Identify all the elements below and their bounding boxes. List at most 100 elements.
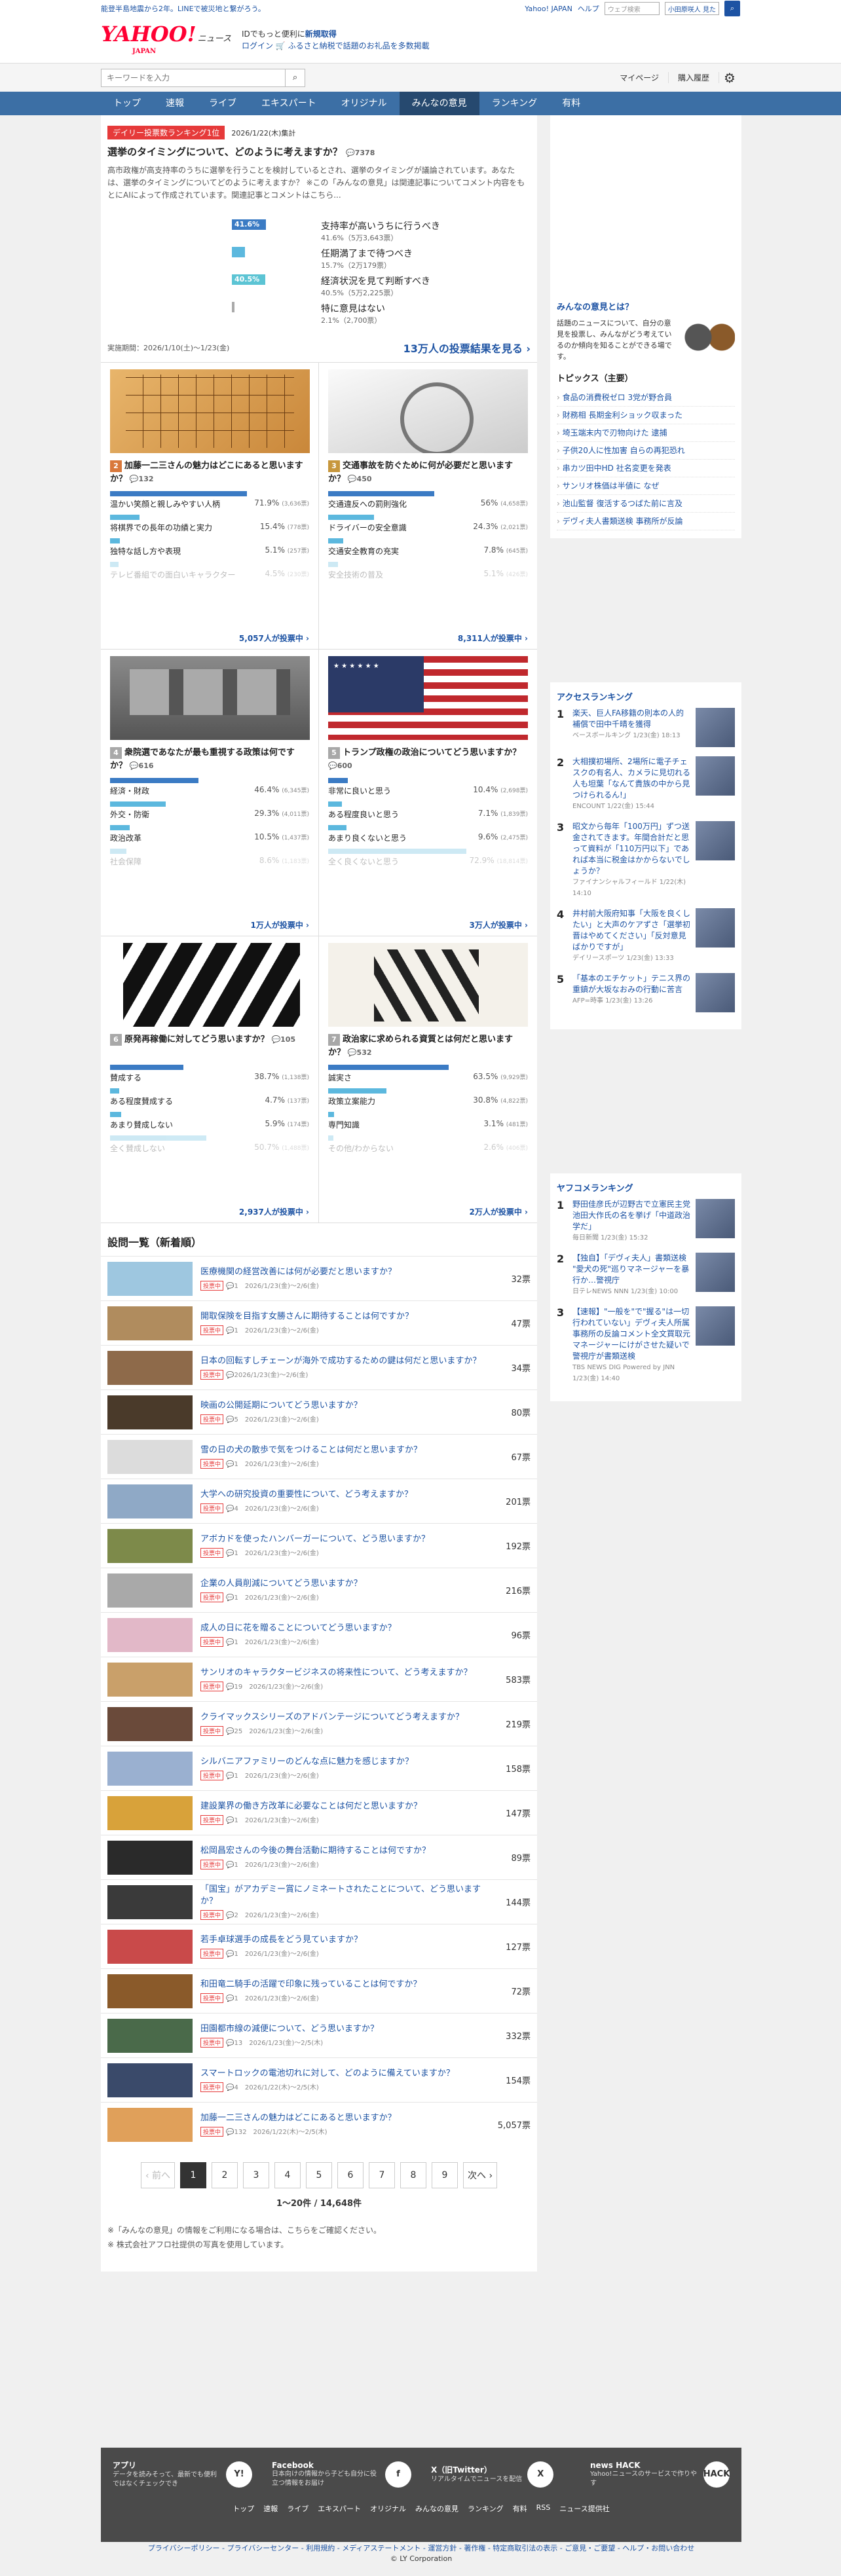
question-title[interactable]: 医療機関の経営改善には何が必要だと思いますか？	[200, 1266, 491, 1278]
list-item[interactable]: 和田竜二騎手の活躍で印象に残っていることは何ですか？ 投票中 💬1 2026/1/2…	[101, 1968, 537, 2013]
question-title[interactable]: 日本の回転すしチェーンが海外で成功するための鍵は何だと思いますか？	[200, 1355, 491, 1367]
thumbnail[interactable]	[107, 1662, 193, 1697]
thumbnail[interactable]	[107, 1484, 193, 1518]
list-item[interactable]: シルバニアファミリーのどんな点に魅力を感じますか？ 投票中 💬1 2026/1/23…	[101, 1746, 537, 1790]
footer-link[interactable]: ニュース提供社	[559, 2503, 609, 2514]
footer-link[interactable]: 速報	[263, 2503, 278, 2514]
ranking-thumbnail[interactable]	[696, 1253, 735, 1292]
topic-link[interactable]: 子供20人に性加害 自らの再犯恐れ	[557, 442, 735, 460]
nav-paid[interactable]: 有料	[550, 92, 593, 115]
question-title[interactable]: 映画の公開延期についてどう思いますか？	[200, 1400, 491, 1412]
page-8[interactable]: 8	[400, 2162, 426, 2188]
ranking-thumbnail[interactable]	[696, 1199, 735, 1238]
ranking-item[interactable]: 3 【速報】"一般を"で"握る"は一切行われていない」デヴィ夫人所属事務所の反論コ…	[557, 1306, 735, 1384]
list-item[interactable]: 大学への研究投資の重要性について、どう考えますか？ 投票中 💬4 2026/1/23…	[101, 1479, 537, 1523]
vote-count-link[interactable]: 5,057人が投票中 ›	[239, 633, 309, 644]
ranking-item[interactable]: 2 【独自】「デヴィ夫人」書類送検 "愛犬の死"巡りマネージャーを暴行か…警視庁日…	[557, 1253, 735, 1297]
ranking-title[interactable]: 大相撲初場所、2場所に電子チェスクの有名人、カメラに見切れる人も坦葉「なんて貴族…	[572, 756, 690, 812]
poll-title[interactable]: 3 交通事故を防ぐために何が必要だと思いますか？ 💬450	[328, 460, 528, 487]
question-title[interactable]: 建設業界の働き方改革に必要なことは何だと思いますか？	[200, 1801, 491, 1812]
ranking-item[interactable]: 5 「基本のエチケット」テニス界の重鎮が大坂なおみの行動に苦言 AFP=時事 1/2…	[557, 973, 735, 1012]
thumbnail[interactable]	[107, 1885, 193, 1919]
ranking-item[interactable]: 4 井村前大阪府知事「大阪を良くしたい」と大声のケアずさ「選挙初晋はやめてください…	[557, 908, 735, 964]
poll-card[interactable]: 6 原発再稼働に対してどう思いますか？ 💬105 賛成する 38.7% (1,138票…	[101, 936, 319, 1223]
question-title[interactable]: 若手卓球選手の成長をどう見ていますか？	[200, 1934, 491, 1946]
poll-title[interactable]: 7 政治家に求められる資質とは何だと思いますか？ 💬532	[328, 1033, 528, 1061]
nav-ranking[interactable]: ランキング	[479, 92, 550, 115]
ranking-thumbnail[interactable]	[696, 973, 735, 1012]
list-item[interactable]: 加藤一二三さんの魅力はどこにあると思いますか？ 投票中 💬132 2026/1/22…	[101, 2102, 537, 2146]
list-item[interactable]: 松岡昌宏さんの今後の舞台活動に期待することは何ですか？ 投票中 💬1 2026/1/…	[101, 1835, 537, 1879]
list-item[interactable]: 成人の日に花を贈ることについてどう思いますか？ 投票中 💬1 2026/1/23(金…	[101, 1612, 537, 1657]
question-title[interactable]: 加藤一二三さんの魅力はどこにあると思いますか？	[200, 2112, 491, 2124]
page-4[interactable]: 4	[274, 2162, 301, 2188]
page-2[interactable]: 2	[212, 2162, 238, 2188]
app-icon[interactable]: Y!	[226, 2461, 252, 2488]
question-title[interactable]: シルバニアファミリーのどんな点に魅力を感じますか？	[200, 1756, 491, 1768]
list-item[interactable]: サンリオのキャラクタービジネスの将来性について、どう考えますか？ 投票中 💬19 2…	[101, 1657, 537, 1701]
vote-count-link[interactable]: 2万人が投票中 ›	[470, 1206, 528, 1217]
thumbnail[interactable]	[107, 1350, 193, 1385]
question-title[interactable]: 雪の日の犬の散歩で気をつけることは何だと思いますか？	[200, 1444, 491, 1456]
topic-link[interactable]: 食品の消費税ゼロ 3党が野合員	[557, 389, 735, 407]
list-item[interactable]: 日本の回転すしチェーンが海外で成功するための鍵は何だと思いますか？ 投票中 💬202…	[101, 1345, 537, 1389]
footer-link[interactable]: オリジナル	[370, 2503, 406, 2514]
thumbnail[interactable]	[107, 1573, 193, 1608]
question-title[interactable]: 和田竜二騎手の活躍で印象に残っていることは何ですか？	[200, 1979, 491, 1991]
footer-link[interactable]: トップ	[233, 2503, 254, 2514]
ranking-title[interactable]: 井村前大阪府知事「大阪を良くしたい」と大声のケアずさ「選挙初晋はやめてください」…	[572, 908, 690, 964]
thumbnail[interactable]	[107, 2063, 193, 2097]
poll-image[interactable]	[328, 369, 528, 453]
page-5[interactable]: 5	[306, 2162, 332, 2188]
nav-original[interactable]: オリジナル	[329, 92, 400, 115]
note-usage[interactable]: ※「みんなの意見」の情報をご利用になる場合は、こちらをご確認ください。	[107, 2223, 531, 2237]
ranking-thumbnail[interactable]	[696, 1306, 735, 1346]
ranking-title[interactable]: 【独自】「デヴィ夫人」書類送検 "愛犬の死"巡りマネージャーを暴行か…警視庁 日テ…	[572, 1253, 690, 1297]
list-item[interactable]: 映画の公開延期についてどう思いますか？ 投票中 💬5 2026/1/23(金)〜2/…	[101, 1389, 537, 1434]
ranking-title[interactable]: 野田佳彦氏が辺野古で立憲民主党 池田大作氏の名を挙げ「中道政治学だ」 毎日新聞 1…	[572, 1199, 690, 1243]
yahoo-news-logo[interactable]: YAHOO! ニュース JAPAN	[101, 24, 231, 55]
about-title[interactable]: みんなの意見とは？	[557, 300, 735, 312]
thumbnail[interactable]	[107, 2018, 193, 2053]
footer-link[interactable]: ランキング	[468, 2503, 504, 2514]
list-item[interactable]: 若手卓球選手の成長をどう見ていますか？ 投票中 💬1 2026/1/23(金)〜2/…	[101, 1924, 537, 1968]
question-title[interactable]: 松岡昌宏さんの今後の舞台活動に期待することは何ですか？	[200, 1845, 491, 1857]
page-6[interactable]: 6	[337, 2162, 364, 2188]
question-title[interactable]: 企業の人員削減についてどう思いますか？	[200, 1578, 491, 1590]
topic-link[interactable]: 串カツ田中HD 社名変更を発表	[557, 460, 735, 477]
nav-flash[interactable]: 速報	[153, 92, 196, 115]
list-item[interactable]: 開取保険を目指す女勝さんに期待することは何ですか？ 投票中 💬1 2026/1/23…	[101, 1300, 537, 1345]
vote-count-link[interactable]: 3万人が投票中 ›	[470, 919, 528, 930]
ranking-thumbnail[interactable]	[696, 756, 735, 796]
poll-card[interactable]: 7 政治家に求められる資質とは何だと思いますか？ 💬532 誠実さ 63.5% (9,…	[319, 936, 537, 1223]
ranking-title[interactable]: 【速報】"一般を"で"握る"は一切行われていない」デヴィ夫人所属事務所の反論コメ…	[572, 1306, 690, 1384]
poll-image[interactable]	[328, 656, 528, 740]
nav-live[interactable]: ライブ	[196, 92, 249, 115]
ranking-title[interactable]: 楽天、巨人FA移籍の則本の人的補償で田中千晴を獲得 ベースボールキング 1/23(…	[572, 708, 690, 747]
poll-card[interactable]: 2 加藤一二三さんの魅力はどこにあると思いますか？ 💬132 温かい笑顔と親しみやす…	[101, 363, 319, 650]
thumbnail[interactable]	[107, 1840, 193, 1875]
poll-image[interactable]	[328, 943, 528, 1027]
vote-count-link[interactable]: 2,937人が投票中 ›	[239, 1206, 309, 1217]
page-1[interactable]: 1	[180, 2162, 206, 2188]
next-page-button[interactable]: 次へ ›	[463, 2162, 498, 2188]
yahoo-japan-link[interactable]: Yahoo! JAPAN	[525, 5, 572, 13]
thumbnail[interactable]	[107, 1929, 193, 1964]
question-title[interactable]: サンリオのキャラクタービジネスの将来性について、どう考えますか？	[200, 1667, 491, 1679]
ranking-item[interactable]: 3 昭文から毎年「100万円」ずつ送金されてきます。年間合計だと思って資料が「11…	[557, 821, 735, 899]
poll-image[interactable]	[110, 369, 310, 453]
thumbnail[interactable]	[107, 1395, 193, 1429]
thumbnail[interactable]	[107, 1795, 193, 1830]
vote-count-link[interactable]: 8,311人が投票中 ›	[458, 633, 528, 644]
thumbnail[interactable]	[107, 1617, 193, 1652]
topic-link[interactable]: 財務相 長期金利ショック収まった	[557, 407, 735, 424]
ranking-item[interactable]: 1 楽天、巨人FA移籍の則本の人的補償で田中千晴を獲得 ベースボールキング 1/23…	[557, 708, 735, 747]
topic-link[interactable]: デヴィ夫人書類送検 事務所が反論	[557, 513, 735, 530]
page-3[interactable]: 3	[243, 2162, 269, 2188]
nav-opinion[interactable]: みんなの意見	[399, 92, 479, 115]
app-icon[interactable]: f	[385, 2461, 411, 2488]
thumbnail[interactable]	[107, 1439, 193, 1474]
poll-card[interactable]: 4 衆院選であなたが最も重視する政策は何ですか？ 💬616 経済・財政 46.4% (…	[101, 650, 319, 936]
footer-app[interactable]: X（旧Twitter） リアルタイムでニュースを配信 X	[431, 2459, 570, 2489]
poll-title[interactable]: 6 原発再稼働に対してどう思いますか？ 💬105	[110, 1033, 309, 1061]
